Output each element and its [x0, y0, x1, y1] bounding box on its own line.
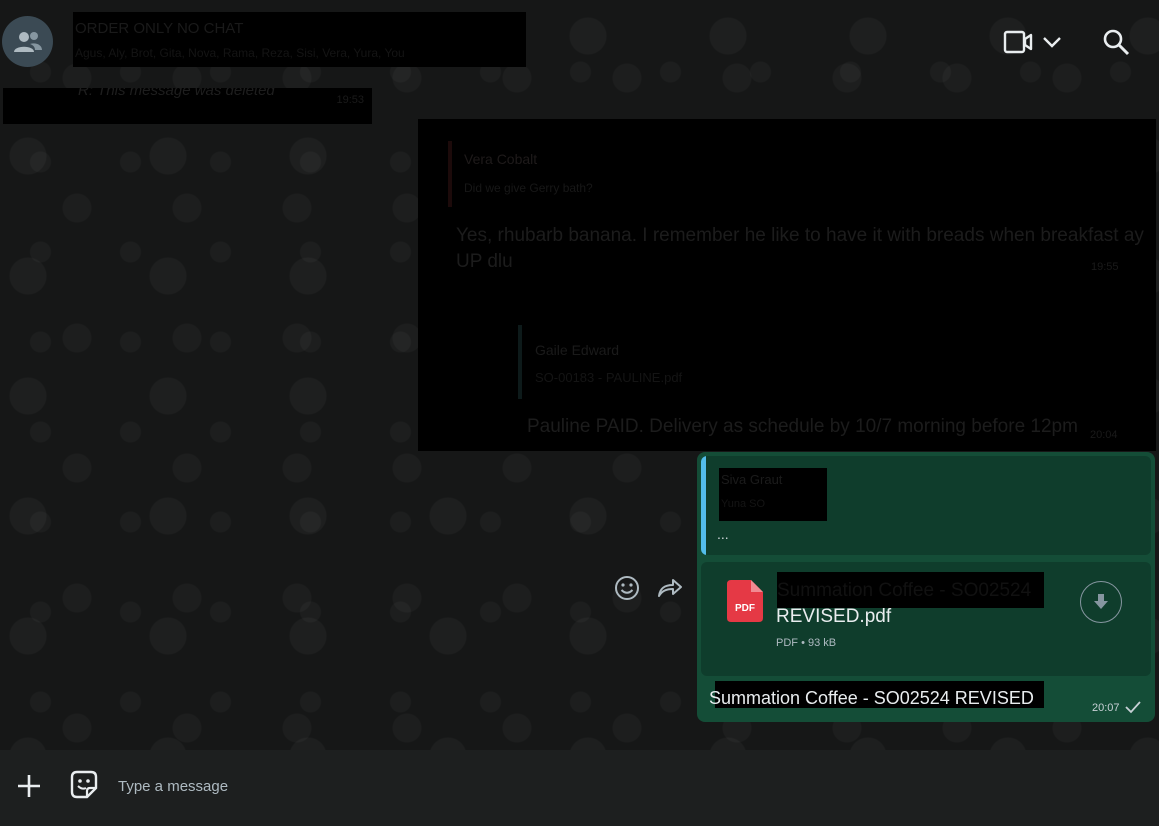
outgoing-message[interactable]: Siva Graut Yuna SO ... PDF Summation Cof… — [697, 452, 1155, 722]
chat-title[interactable]: ORDER ONLY NO CHAT Agus, Aly, Brot, Gita… — [73, 12, 526, 67]
document-type: PDF — [776, 637, 798, 649]
quote-author: Gaile Edward — [535, 342, 620, 358]
forward-button[interactable] — [656, 576, 684, 600]
plus-icon — [18, 775, 40, 797]
group-avatar[interactable] — [2, 16, 53, 67]
search-icon — [1103, 29, 1130, 56]
group-name: ORDER ONLY NO CHAT — [75, 20, 244, 37]
quote-bar — [518, 325, 522, 399]
pdf-file-icon: PDF — [727, 580, 763, 622]
message-time: 19:55 — [1091, 261, 1119, 273]
meta-separator: • — [801, 637, 805, 649]
quote-text: Did we give Gerry bath? — [464, 181, 593, 195]
attach-button[interactable] — [14, 771, 44, 801]
quote-bar — [448, 141, 452, 207]
deleted-message-text: R: This message was deleted — [78, 88, 275, 99]
document-meta: PDF • 93 kB — [776, 637, 836, 649]
message-time: 20:04 — [1090, 429, 1118, 441]
message-composer — [0, 750, 1159, 826]
search-button[interactable] — [1101, 27, 1131, 57]
pdf-label: PDF — [735, 603, 755, 614]
video-call-button[interactable] — [1003, 28, 1033, 56]
video-call-icon — [1003, 30, 1033, 54]
download-button[interactable] — [1080, 581, 1122, 623]
check-icon — [1125, 701, 1141, 714]
message-text: Yes, rhubarb banana. I remember he like … — [456, 225, 1144, 272]
deleted-label: This message was deleted — [97, 88, 275, 99]
react-button[interactable] — [614, 575, 640, 601]
sticker-button[interactable] — [68, 769, 100, 801]
participants-list: Agus, Aly, Brot, Gita, Nova, Rama, Reza,… — [75, 46, 405, 60]
redacted-messages: Vera Cobalt Did we give Gerry bath? Yes,… — [418, 119, 1156, 451]
document-name-line2: REVISED.pdf — [776, 606, 892, 627]
quote-redaction: Siva Graut Yuna SO — [719, 468, 827, 521]
document-attachment[interactable]: PDF Summation Coffee - SO02524 REVISED.p… — [701, 562, 1151, 676]
deleted-author: R: — [78, 88, 93, 99]
quoted-message[interactable]: Siva Graut Yuna SO ... — [701, 456, 1151, 555]
quote-subtitle: Yuna SO — [721, 498, 766, 510]
call-options-button[interactable] — [1041, 32, 1063, 52]
group-icon — [13, 31, 42, 52]
forward-icon — [658, 579, 682, 597]
chevron-down-icon — [1043, 37, 1061, 48]
message-time: 20:07 — [1092, 702, 1120, 714]
quote-text: SO-00183 - PAULINE.pdf — [535, 370, 683, 385]
download-icon — [1094, 594, 1108, 609]
quote-author: Vera Cobalt — [464, 151, 538, 167]
deleted-message-time: 19:53 — [336, 94, 364, 106]
message-text: Pauline PAID. Delivery as schedule by 10… — [527, 416, 1078, 437]
emoji-icon — [615, 576, 639, 600]
quote-author: Siva Graut — [721, 472, 783, 487]
message-caption: Summation Coffee - SO02524 REVISED — [709, 688, 1034, 708]
quote-text: ... — [717, 526, 729, 542]
document-size: 93 kB — [807, 637, 837, 649]
sticker-icon — [70, 770, 98, 799]
chat-header: ORDER ONLY NO CHAT Agus, Aly, Brot, Gita… — [0, 0, 1159, 84]
deleted-message: R: This message was deleted 19:53 — [3, 88, 372, 124]
document-name-line1: Summation Coffee - SO02524 — [777, 580, 1032, 601]
quote-bar — [701, 456, 706, 555]
message-input[interactable] — [116, 770, 1140, 802]
